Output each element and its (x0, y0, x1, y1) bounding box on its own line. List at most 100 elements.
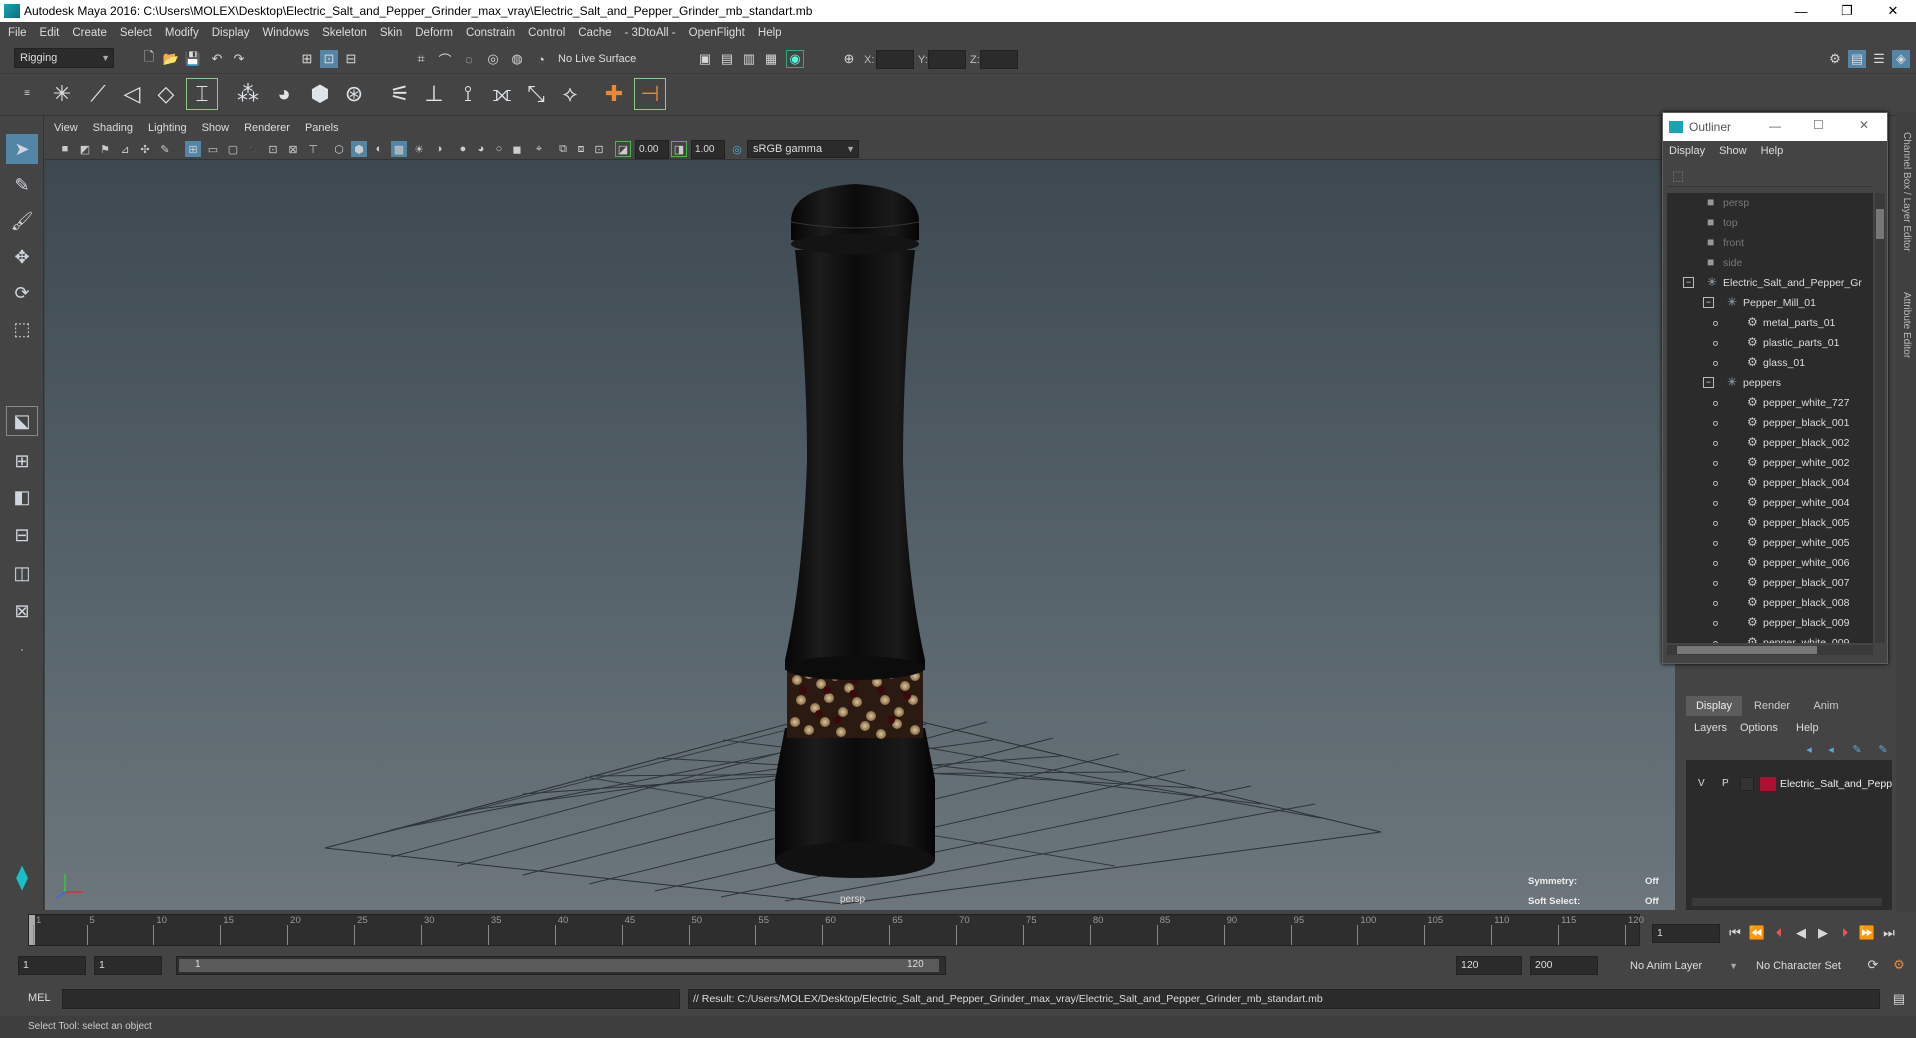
collapse-icon[interactable]: − (1683, 277, 1694, 288)
outliner-item[interactable]: ⚙ glass_01 (1667, 353, 1873, 373)
colorspace-dropdown[interactable]: sRGB gamma ▼ (747, 140, 859, 158)
expand-toolbox-icon[interactable]: · (6, 634, 38, 664)
outliner-titlebar[interactable]: Outliner — ☐ ✕ (1663, 113, 1887, 141)
command-input[interactable] (62, 989, 680, 1009)
help-menu[interactable]: Help (1796, 722, 1819, 734)
tab-display[interactable]: Display (1686, 696, 1742, 716)
hypershade-layout-icon[interactable]: ◫ (6, 558, 38, 588)
camera-attr-icon[interactable]: ◩ (77, 141, 93, 157)
menu-openflight[interactable]: OpenFlight (689, 27, 745, 39)
scene-end-field[interactable]: 200 (1530, 956, 1598, 975)
ik-spline-icon[interactable]: ◁ (116, 78, 148, 110)
outliner-item[interactable]: ⚙ pepper_white_006 (1667, 553, 1873, 573)
outliner-item[interactable]: ⚙ pepper_black_002 (1667, 433, 1873, 453)
outliner-item[interactable]: ⚙ plastic_parts_01 (1667, 333, 1873, 353)
range-slider[interactable]: 1 120 (176, 956, 946, 975)
screen-ao-icon[interactable]: ● (455, 141, 471, 157)
layer-name[interactable]: Electric_Salt_and_Pepp (1780, 778, 1892, 790)
open-scene-icon[interactable]: 📂 (162, 50, 180, 68)
step-back-key-icon[interactable]: ⏪ (1748, 924, 1766, 942)
snap-curve-icon[interactable]: ⌒ (436, 50, 454, 68)
hik-icon[interactable]: ⊣ (634, 78, 666, 110)
layer-playback[interactable]: P (1722, 778, 1729, 789)
hypershade-icon[interactable]: ◉ (786, 50, 804, 68)
outliner-maximize-icon[interactable]: ☐ (1813, 118, 1824, 132)
motion-blur-icon[interactable]: ◕ (473, 141, 489, 157)
joint-tool-icon[interactable]: ✳ (46, 78, 78, 110)
outliner-item[interactable]: ■ top (1667, 213, 1873, 233)
collapse-icon[interactable]: − (1703, 297, 1714, 308)
pole-vector-icon[interactable]: ✚ (598, 78, 630, 110)
attribute-editor-toggle-icon[interactable]: ☰ (1870, 50, 1888, 68)
exposure-field[interactable]: 0.00 (635, 140, 669, 159)
scale-tool-icon[interactable]: ⬚ (6, 314, 38, 344)
z-input[interactable] (980, 50, 1018, 69)
aa-icon[interactable]: ○ (491, 141, 507, 157)
cluster-icon[interactable]: ⁂ (232, 78, 264, 110)
play-forward-icon[interactable]: ▶ (1814, 924, 1832, 942)
minimize-icon[interactable]: — (1778, 0, 1824, 22)
outliner-close-icon[interactable]: ✕ (1859, 118, 1869, 132)
film-gate-icon[interactable]: ▭ (205, 141, 221, 157)
outliner-hscroll-thumb[interactable] (1677, 646, 1817, 654)
gate-mask-icon[interactable]: ◾ (245, 141, 261, 157)
single-view-icon[interactable]: ⬕ (6, 406, 38, 436)
outliner-item[interactable]: ⚙ pepper_white_004 (1667, 493, 1873, 513)
panel-menu-shading[interactable]: Shading (93, 122, 133, 134)
bookmark-icon[interactable]: ⚑ (97, 141, 113, 157)
tab-attribute-editor[interactable]: Attribute Editor (1901, 292, 1912, 358)
modeling-toolkit-icon[interactable]: ⚙ (1826, 50, 1844, 68)
time-slider[interactable]: 1 5 10 15 20 25 30 35 40 45 50 55 60 65 70 75 80 85 90 95 10… (28, 914, 1644, 946)
insert-joint-icon[interactable]: ◇ (150, 78, 182, 110)
tab-anim[interactable]: Anim (1802, 696, 1850, 716)
xray-components-icon[interactable]: ⊡ (591, 141, 607, 157)
menu-file[interactable]: File (8, 27, 27, 39)
tab-channel-box[interactable]: Channel Box / Layer Editor (1901, 132, 1912, 252)
lattice-icon[interactable]: ◕ (268, 78, 300, 110)
persp-outliner-icon[interactable]: ◧ (6, 482, 38, 512)
textured-icon[interactable]: ▩ (391, 141, 407, 157)
play-backward-icon[interactable]: ◀ (1792, 924, 1810, 942)
menu-3dtoall[interactable]: - 3DtoAll - (625, 27, 676, 39)
current-frame-field[interactable]: 1 (1652, 924, 1720, 943)
filter-icon[interactable]: ⬚ (1669, 167, 1687, 185)
panel-menu-renderer[interactable]: Renderer (244, 122, 290, 134)
gamma-field[interactable]: 1.00 (691, 140, 725, 159)
perspective-viewport[interactable]: persp Symmetry: Off Soft Select: Off (45, 160, 1675, 910)
2d-pan-icon[interactable]: ✣ (137, 141, 153, 157)
layer-color-swatch[interactable] (1760, 777, 1776, 791)
outliner-item[interactable]: ⚙ pepper_black_008 (1667, 593, 1873, 613)
layer-visibility[interactable]: V (1698, 778, 1705, 789)
outliner-item[interactable]: ⚙ pepper_black_005 (1667, 513, 1873, 533)
menu-modify[interactable]: Modify (165, 27, 199, 39)
outliner-item[interactable]: ⚙ pepper_black_009 (1667, 613, 1873, 633)
paint-select-icon[interactable]: 🖌 (6, 206, 38, 236)
outliner-item[interactable]: ⚙ pepper_white_727 (1667, 393, 1873, 413)
tool-settings-toggle-icon[interactable]: ◈ (1892, 50, 1910, 68)
aim-constraint-icon[interactable]: ⟡ (554, 78, 586, 110)
current-time-marker[interactable] (29, 915, 35, 945)
xray-icon[interactable]: ⧉ (555, 141, 571, 157)
rotate-tool-icon[interactable]: ⟳ (6, 278, 38, 308)
x-input[interactable] (876, 50, 914, 69)
panel-menu-show[interactable]: Show (202, 122, 230, 134)
select-object-icon[interactable]: ⊡ (320, 50, 338, 68)
save-scene-icon[interactable]: 💾 (184, 50, 202, 68)
mode-dropdown[interactable]: Rigging ▼ (14, 48, 114, 68)
menu-deform[interactable]: Deform (415, 27, 453, 39)
move-layer-down-icon[interactable]: ◂ (1822, 740, 1840, 758)
outliner-menu-display[interactable]: Display (1669, 145, 1705, 157)
range-slider-handle[interactable] (179, 959, 939, 972)
close-icon[interactable]: ✕ (1870, 0, 1916, 22)
shelf-menu-icon[interactable]: ≡ (18, 84, 36, 102)
outliner-hscroll[interactable] (1667, 645, 1873, 655)
layer-scrollbar[interactable] (1692, 898, 1882, 906)
script-language-label[interactable]: MEL (28, 992, 51, 1004)
outliner-menu-show[interactable]: Show (1719, 145, 1747, 157)
render-frame-icon[interactable]: ▤ (718, 50, 736, 68)
outliner-item[interactable]: − ✳ Electric_Salt_and_Pepper_Gr (1667, 273, 1873, 293)
isolate-select-icon[interactable]: ⌖ (531, 141, 547, 157)
outliner-item[interactable]: ⚙ pepper_white_005 (1667, 533, 1873, 553)
grease-pencil-icon[interactable]: ✎ (157, 141, 173, 157)
menu-cache[interactable]: Cache (578, 27, 611, 39)
